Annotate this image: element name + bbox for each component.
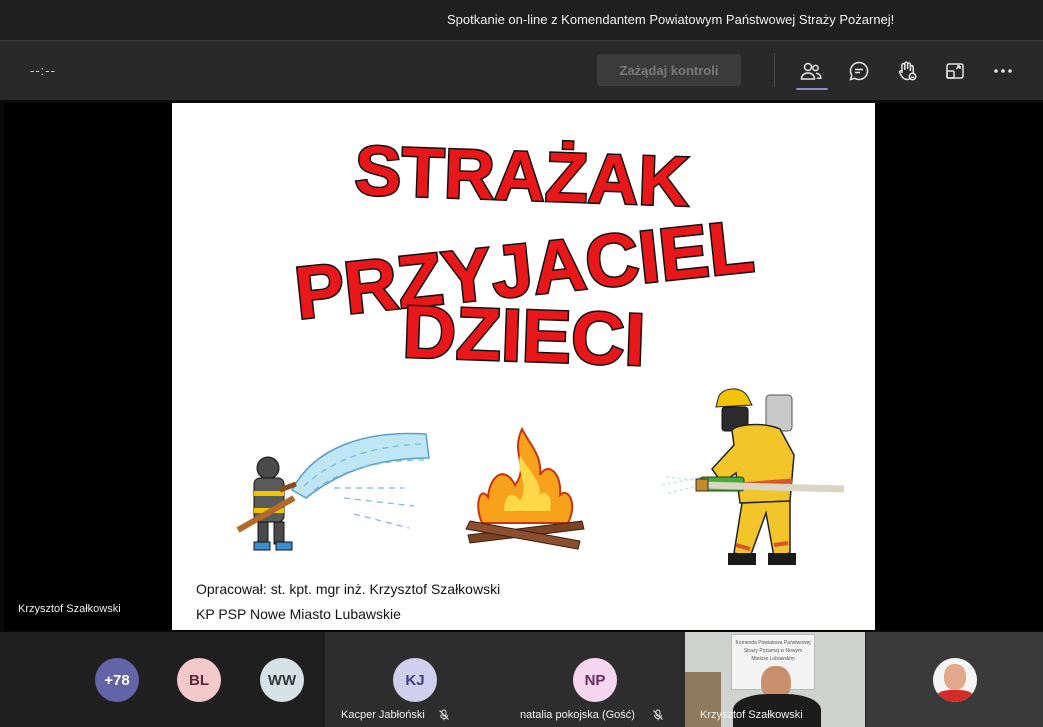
self-avatar [933, 658, 977, 702]
participant-name-kacper: Kacper Jabłoński [341, 709, 425, 721]
firefighter-hose-illustration [236, 432, 430, 551]
toolbar-divider [774, 53, 775, 87]
slide-credit-unit: KP PSP Nowe Miasto Lubawskie [196, 606, 401, 622]
participant-avatar-np: NP [573, 658, 617, 702]
participant-avatar-ww[interactable]: WW [260, 658, 304, 702]
chat-icon[interactable] [847, 59, 871, 83]
more-icon[interactable] [991, 59, 1015, 83]
presentation-slide: STRAŻAK PRZYJACIEL DZIECI Opracował: st.… [172, 103, 875, 630]
presenter-name-label: Krzysztof Szałkowski [18, 603, 121, 615]
video-sign-text: Komenda Powiatowa Państwowej Straży Poża… [735, 640, 811, 662]
slide-credit-author: Opracował: st. kpt. mgr inż. Krzysztof S… [196, 581, 501, 597]
meeting-toolbar: --:-- Zażądaj kontroli [0, 40, 1043, 100]
mic-off-icon [439, 709, 449, 721]
slide-title-line-3: DZIECI [401, 290, 646, 381]
participant-avatar-bl[interactable]: BL [177, 658, 221, 702]
self-avatar-shirt [937, 690, 973, 702]
people-active-indicator [796, 88, 828, 90]
mic-off-icon [653, 709, 663, 721]
window-title: Spotkanie on-line z Komendantem Powiatow… [447, 12, 895, 27]
participant-name-krzysztof: Krzysztof Szałkowski [700, 709, 803, 721]
slide-title-line-1: STRAŻAK [353, 131, 690, 221]
participant-avatar-kj: KJ [393, 658, 437, 702]
people-icon[interactable] [799, 59, 823, 83]
overflow-participants-count[interactable]: +78 [95, 658, 139, 702]
share-tray-icon[interactable] [943, 59, 967, 83]
meeting-timer: --:-- [30, 63, 56, 78]
request-control-button[interactable]: Zażądaj kontroli [597, 54, 741, 86]
firefighter-illustration [662, 388, 845, 565]
participant-name-natalia: natalia pokojska (Gość) [520, 709, 635, 721]
slide-headline: STRAŻAK PRZYJACIEL DZIECI [289, 130, 759, 383]
campfire-illustration [465, 426, 585, 550]
self-avatar-face [944, 664, 966, 690]
raise-hand-icon[interactable] [895, 59, 919, 83]
title-bar: Spotkanie on-line z Komendantem Powiatow… [0, 0, 1043, 40]
